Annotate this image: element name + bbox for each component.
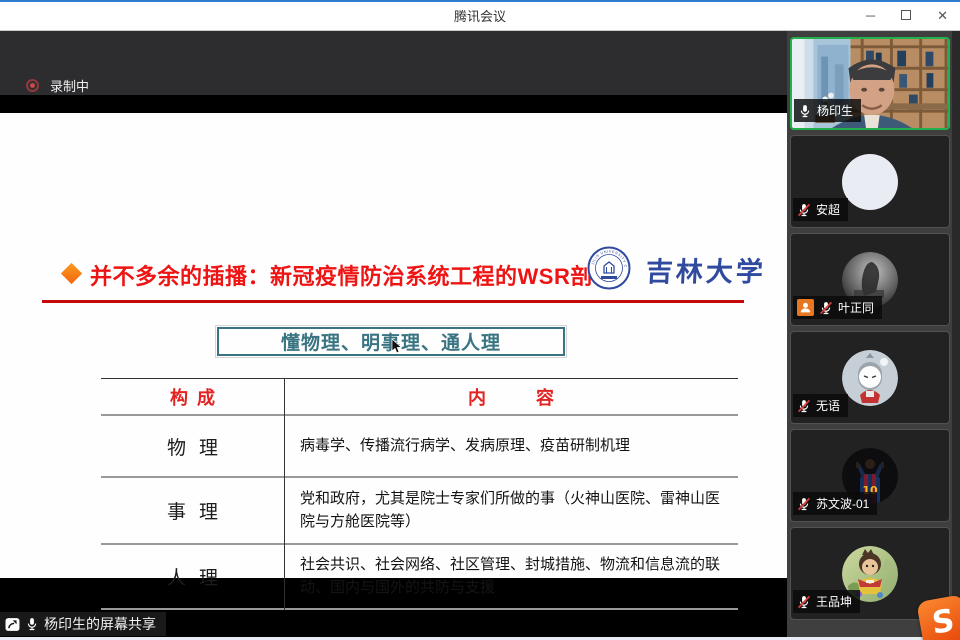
recording-label: 录制中: [50, 76, 89, 95]
avatar: [842, 154, 898, 210]
row-label: 物理: [167, 433, 231, 460]
mic-muted-icon: [797, 497, 811, 511]
table-column-divider: [284, 379, 285, 610]
row-label: 事理: [167, 497, 231, 524]
shared-screen-area: 录制中 并不多余的插播：新冠疫情防治系统工程的WSR剖析 JILIN UNIVE…: [0, 31, 787, 640]
row-content: 社会共识、社会网络、社区管理、封城措施、物流和信息流的联动、国内与国外的共防与支…: [300, 554, 722, 599]
participant-name: 苏文波-01: [816, 495, 869, 512]
mic-on-icon: [25, 617, 39, 631]
participant-tile-yangyinsheng[interactable]: 杨印生: [790, 37, 950, 130]
close-button[interactable]: ✕: [935, 7, 950, 24]
maximize-button[interactable]: [899, 7, 913, 24]
recording-indicator[interactable]: 录制中: [26, 76, 89, 95]
recording-bar: 录制中: [0, 31, 787, 95]
column-header-content: 内容: [468, 384, 604, 410]
window-controls: ─ ✕: [864, 0, 950, 31]
column-header-composition: 构成: [170, 384, 224, 410]
table-row: 事理 党和政府，尤其是院士专家们所做的事（火神山医院、雷神山医院与方舱医院等）: [101, 478, 738, 545]
slide-title: 并不多余的插播：新冠疫情防治系统工程的WSR剖析: [90, 259, 650, 291]
participants-sidebar: 杨印生 安超: [787, 31, 960, 640]
participant-tile-wuyu[interactable]: 无语: [790, 331, 950, 424]
participant-name-tag: 安超: [793, 198, 848, 221]
mic-muted-icon: [797, 595, 811, 609]
participant-name: 安超: [816, 201, 840, 218]
screen-share-badge: 杨印生的屏幕共享: [0, 612, 166, 636]
mic-muted-icon: [819, 301, 833, 315]
participant-name: 王品坤: [816, 593, 852, 610]
minimize-button[interactable]: ─: [864, 7, 877, 24]
table-row: 人理 社会共识、社会网络、社区管理、封城措施、物流和信息流的联动、国内与国外的共…: [101, 545, 738, 610]
wsr-table: 构成 内容 物理 病毒学、传播流行病学、发病原理、疫苗研制机理 事理 党和政府，…: [101, 378, 738, 610]
mic-on-icon: [798, 104, 812, 118]
participant-name-tag: 苏文波-01: [793, 492, 877, 515]
mic-muted-icon: [797, 399, 811, 413]
participant-name-tag: 杨印生: [794, 99, 861, 122]
window-accent-line: [0, 0, 960, 2]
maximize-icon: [901, 10, 911, 20]
table-row: 物理 病毒学、传播流行病学、发病原理、疫苗研制机理: [101, 416, 738, 478]
title-underline: [42, 300, 744, 303]
participant-tile-anchao[interactable]: 安超: [790, 135, 950, 228]
share-banner-text: 杨印生的屏幕共享: [44, 614, 156, 634]
screen-share-icon: [5, 617, 20, 632]
sogou-ime-icon[interactable]: S: [916, 594, 960, 640]
row-label: 人理: [167, 563, 231, 590]
university-seal-icon: JILIN UNIVERSITY CHINA: [587, 246, 631, 290]
participant-name: 叶正同: [838, 299, 874, 316]
app-window: 腾讯会议 ─ ✕ 录制中 并不多余的插播：新冠疫情防治系统工程的WSR剖析 JI…: [0, 0, 960, 640]
member-badge-icon: [797, 299, 814, 316]
participant-name: 无语: [816, 397, 840, 414]
participant-name-tag: 王品坤: [793, 590, 860, 613]
university-name: 吉林大学: [645, 250, 767, 289]
participant-tile-yezhengtong[interactable]: 叶正同: [790, 233, 950, 326]
mouse-cursor: [391, 339, 403, 355]
mic-muted-icon: [797, 203, 811, 217]
participant-name-tag: 叶正同: [793, 296, 882, 319]
titlebar[interactable]: 腾讯会议 ─ ✕: [0, 0, 960, 31]
diamond-bullet-icon: [61, 263, 82, 284]
avatar: [842, 350, 898, 406]
sidebar-scroll-area[interactable]: [952, 31, 960, 640]
record-icon: [26, 79, 39, 92]
table-header-row: 构成 内容: [101, 379, 738, 416]
participant-tile-suwenbo[interactable]: 10 苏文波-01: [790, 429, 950, 522]
row-content: 党和政府，尤其是院士专家们所做的事（火神山医院、雷神山医院与方舱医院等）: [300, 488, 722, 533]
participant-name-tag: 无语: [793, 394, 848, 417]
participant-name: 杨印生: [817, 102, 853, 119]
row-content: 病毒学、传播流行病学、发病原理、疫苗研制机理: [300, 435, 630, 458]
window-title: 腾讯会议: [454, 6, 506, 25]
